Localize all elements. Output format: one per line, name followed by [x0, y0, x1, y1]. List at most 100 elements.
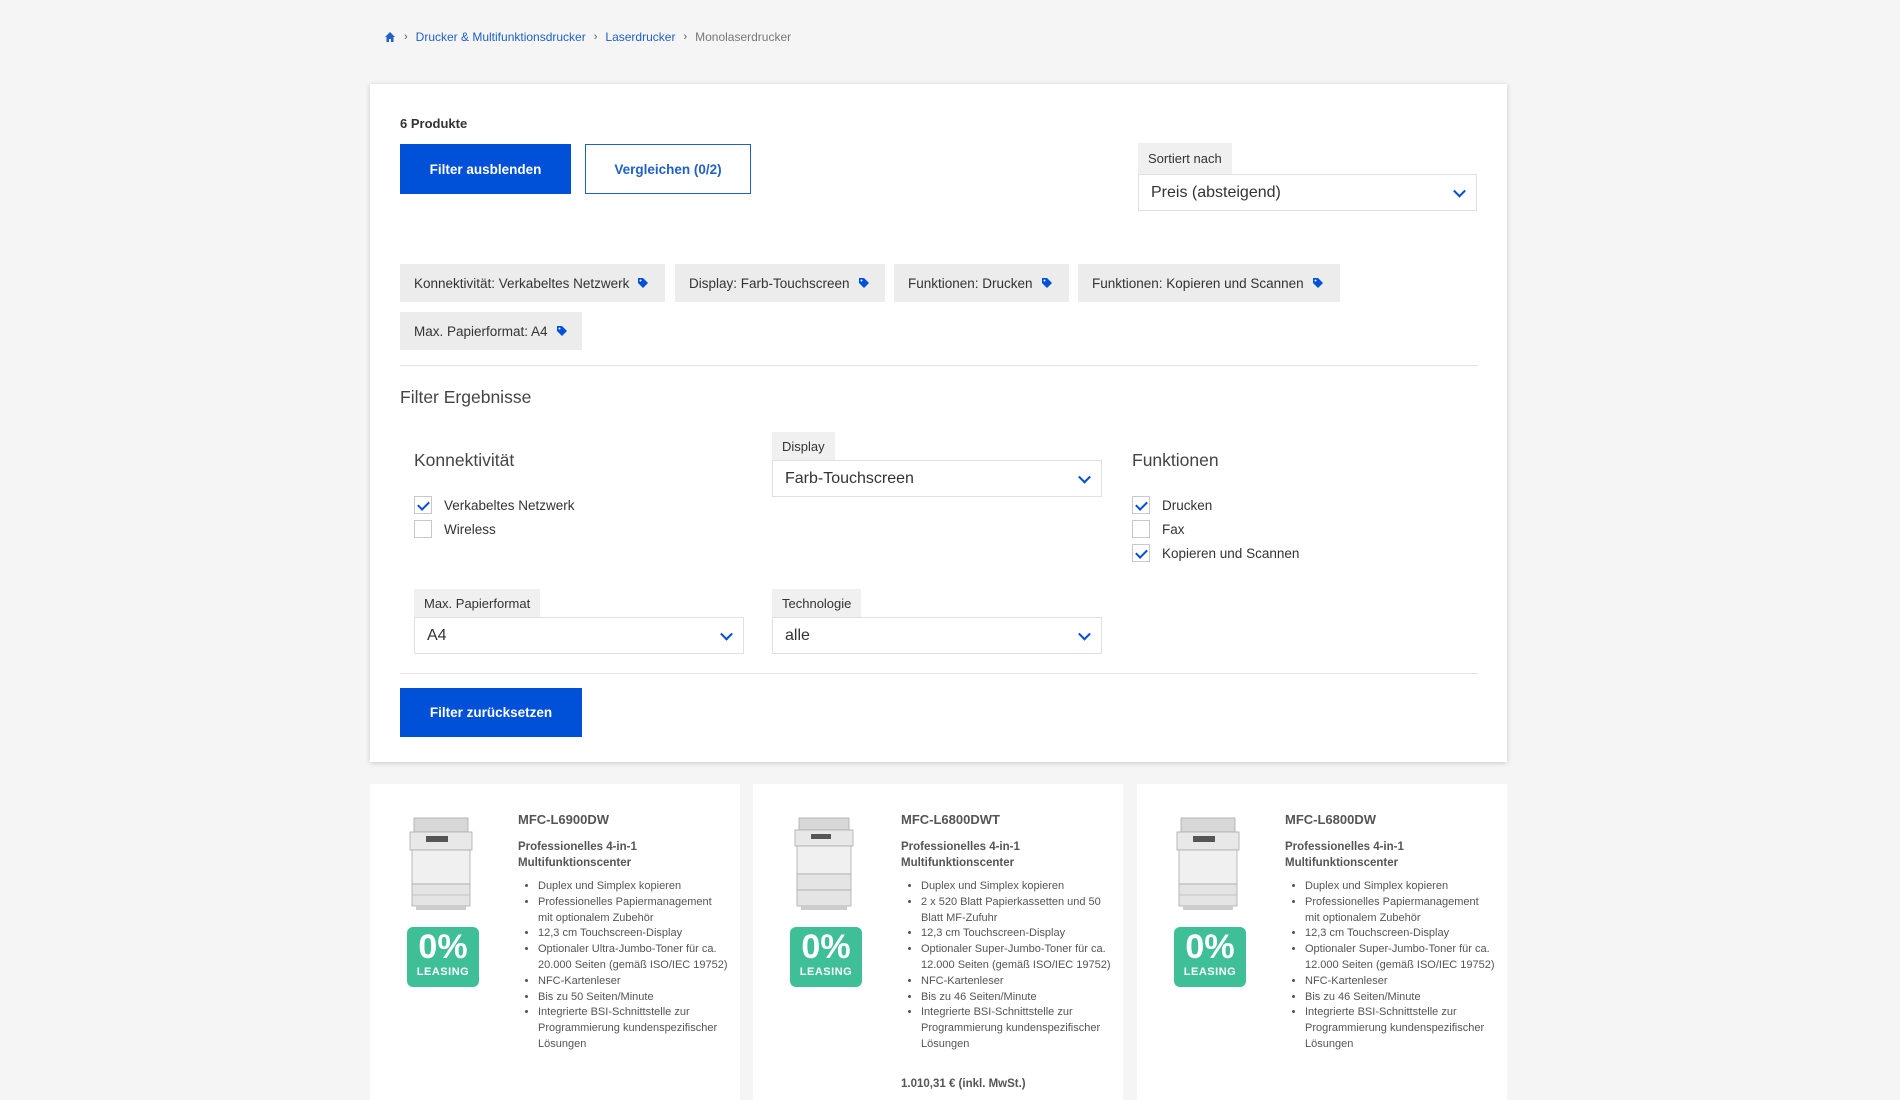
feature-item: Professionelles Papiermanagement mit opt…: [1305, 895, 1495, 927]
feature-item: NFC-Kartenleser: [1305, 974, 1495, 990]
active-filter-chip[interactable]: Display: Farb-Touchscreen: [675, 264, 885, 302]
checkbox-wireless[interactable]: Wireless: [414, 520, 496, 538]
feature-item: Duplex und Simplex kopieren: [538, 879, 728, 895]
active-filter-chip[interactable]: Funktionen: Drucken: [894, 264, 1069, 302]
feature-item: Optionaler Ultra-Jumbo-Toner für ca. 20.…: [538, 942, 728, 974]
display-select[interactable]: Farb-Touchscreen: [772, 460, 1102, 497]
checkbox-unchecked[interactable]: [1132, 520, 1150, 538]
feature-item: 12,3 cm Touchscreen-Display: [921, 926, 1111, 942]
checkbox-fax[interactable]: Fax: [1132, 520, 1185, 538]
chip-label: Funktionen: Kopieren und Scannen: [1092, 275, 1304, 291]
divider: [400, 365, 1478, 366]
feature-list: Duplex und Simplex kopieren 2 x 520 Blat…: [921, 879, 1111, 1053]
product-card[interactable]: 0% LEASING MFC-L6800DWT Professionelles …: [753, 784, 1123, 1100]
leasing-badge: 0% LEASING: [407, 927, 479, 987]
product-card[interactable]: 0% LEASING MFC-L6900DW Professionelles 4…: [370, 784, 740, 1100]
sort-select[interactable]: Preis (absteigend): [1138, 174, 1477, 211]
breadcrumb-link-laser[interactable]: Laserdrucker: [605, 30, 675, 44]
printer-image[interactable]: [406, 814, 476, 914]
product-price: 1.010,31 € (inkl. MwSt.): [901, 1078, 1026, 1090]
checkbox-wired-network[interactable]: Verkabeltes Netzwerk: [414, 496, 575, 514]
feature-item: Duplex und Simplex kopieren: [921, 879, 1111, 895]
feature-item: Duplex und Simplex kopieren: [1305, 879, 1495, 895]
checkbox-label: Fax: [1162, 521, 1185, 537]
printer-image[interactable]: [789, 814, 859, 914]
feature-item: 12,3 cm Touchscreen-Display: [538, 926, 728, 942]
chevron-right-icon: ›: [404, 31, 408, 43]
feature-item: NFC-Kartenleser: [921, 974, 1111, 990]
leasing-badge-label: LEASING: [1183, 966, 1237, 978]
checkbox-label: Verkabeltes Netzwerk: [444, 497, 575, 513]
feature-item: Professionelles Papiermanagement mit opt…: [538, 895, 728, 927]
product-count: 6 Produkte: [400, 116, 468, 131]
feature-item: Integrierte BSI-Schnittstelle zur Progra…: [538, 1005, 728, 1052]
functions-title: Funktionen: [1132, 450, 1219, 470]
chip-label: Konnektivität: Verkabeltes Netzwerk: [414, 275, 630, 291]
checkbox-checked[interactable]: [414, 496, 432, 514]
feature-item: Optionaler Super-Jumbo-Toner für ca. 12.…: [921, 942, 1111, 974]
technology-select[interactable]: alle: [772, 617, 1102, 654]
feature-item: 12,3 cm Touchscreen-Display: [1305, 926, 1495, 942]
checkbox-print[interactable]: Drucken: [1132, 496, 1212, 514]
paper-format-select[interactable]: A4: [414, 617, 744, 654]
reset-filter-button[interactable]: Filter zurücksetzen: [400, 688, 582, 737]
leasing-badge: 0% LEASING: [1174, 927, 1246, 987]
tag-icon: [858, 278, 869, 288]
paper-format-select-value: A4: [427, 626, 447, 644]
feature-item: NFC-Kartenleser: [538, 974, 728, 990]
tag-icon: [1041, 278, 1052, 288]
breadcrumb-current: Monolaserdrucker: [695, 30, 792, 44]
chevron-down-icon: [1078, 627, 1091, 641]
tag-icon: [1312, 278, 1323, 288]
feature-item: Bis zu 46 Seiten/Minute: [921, 990, 1111, 1006]
product-model[interactable]: MFC-L6800DW: [1285, 812, 1376, 827]
display-label: Display: [772, 432, 835, 461]
leasing-badge: 0% LEASING: [790, 927, 862, 987]
product-model[interactable]: MFC-L6900DW: [518, 812, 609, 827]
sort-label: Sortiert nach: [1138, 143, 1232, 174]
feature-item: Bis zu 50 Seiten/Minute: [538, 990, 728, 1006]
leasing-badge-label: LEASING: [799, 966, 853, 978]
divider: [400, 673, 1478, 674]
chip-label: Funktionen: Drucken: [908, 275, 1033, 291]
checkbox-label: Drucken: [1162, 497, 1213, 513]
connectivity-title: Konnektivität: [414, 450, 515, 470]
leasing-badge-percent: 0%: [801, 928, 851, 966]
active-filter-chip[interactable]: Konnektivität: Verkabeltes Netzwerk: [400, 264, 665, 302]
compare-button[interactable]: Vergleichen (0/2): [585, 144, 751, 194]
chevron-right-icon: ›: [593, 31, 598, 43]
checkbox-unchecked[interactable]: [414, 520, 432, 538]
product-model[interactable]: MFC-L6800DWT: [901, 812, 1000, 827]
checkbox-checked[interactable]: [1132, 496, 1150, 514]
filter-results-title: Filter Ergebnisse: [400, 387, 532, 407]
home-icon[interactable]: [384, 31, 396, 43]
filter-panel: 6 Produkte Filter ausblenden Vergleichen…: [370, 84, 1507, 762]
checkbox-label: Wireless: [444, 521, 496, 537]
product-card[interactable]: 0% LEASING MFC-L6800DW Professionelles 4…: [1137, 784, 1507, 1100]
chip-label: Max. Papierformat: A4: [414, 323, 548, 339]
chevron-down-icon: [720, 627, 733, 641]
checkbox-checked[interactable]: [1132, 544, 1150, 562]
tag-icon: [638, 278, 649, 288]
tag-icon: [556, 326, 567, 336]
feature-item: Bis zu 46 Seiten/Minute: [1305, 990, 1495, 1006]
product-subtitle: Professionelles 4-in-1 Multifunktionscen…: [901, 841, 1020, 869]
feature-list: Duplex und Simplex kopieren Professionel…: [1305, 879, 1495, 1053]
active-filter-chip[interactable]: Max. Papierformat: A4: [400, 312, 582, 350]
printer-image[interactable]: [1173, 814, 1243, 914]
feature-item: Optionaler Super-Jumbo-Toner für ca. 12.…: [1305, 942, 1495, 974]
checkbox-copy-scan[interactable]: Kopieren und Scannen: [1132, 544, 1299, 562]
chevron-right-icon: ›: [683, 31, 688, 43]
feature-item: Integrierte BSI-Schnittstelle zur Progra…: [921, 1005, 1111, 1052]
technology-label: Technologie: [772, 589, 862, 618]
breadcrumb: › Drucker & Multifunktionsdrucker › Lase…: [384, 30, 791, 44]
chevron-down-icon: [1078, 470, 1091, 484]
leasing-badge-percent: 0%: [418, 928, 468, 966]
feature-item: 2 x 520 Blatt Papierkassetten und 50 Bla…: [921, 895, 1111, 927]
sort-select-value: Preis (absteigend): [1151, 183, 1281, 201]
feature-list: Duplex und Simplex kopieren Professionel…: [538, 879, 728, 1053]
hide-filter-button[interactable]: Filter ausblenden: [400, 144, 571, 194]
active-filter-chip[interactable]: Funktionen: Kopieren und Scannen: [1078, 264, 1340, 302]
chip-label: Display: Farb-Touchscreen: [689, 275, 850, 291]
breadcrumb-link-printers[interactable]: Drucker & Multifunktionsdrucker: [416, 30, 586, 44]
